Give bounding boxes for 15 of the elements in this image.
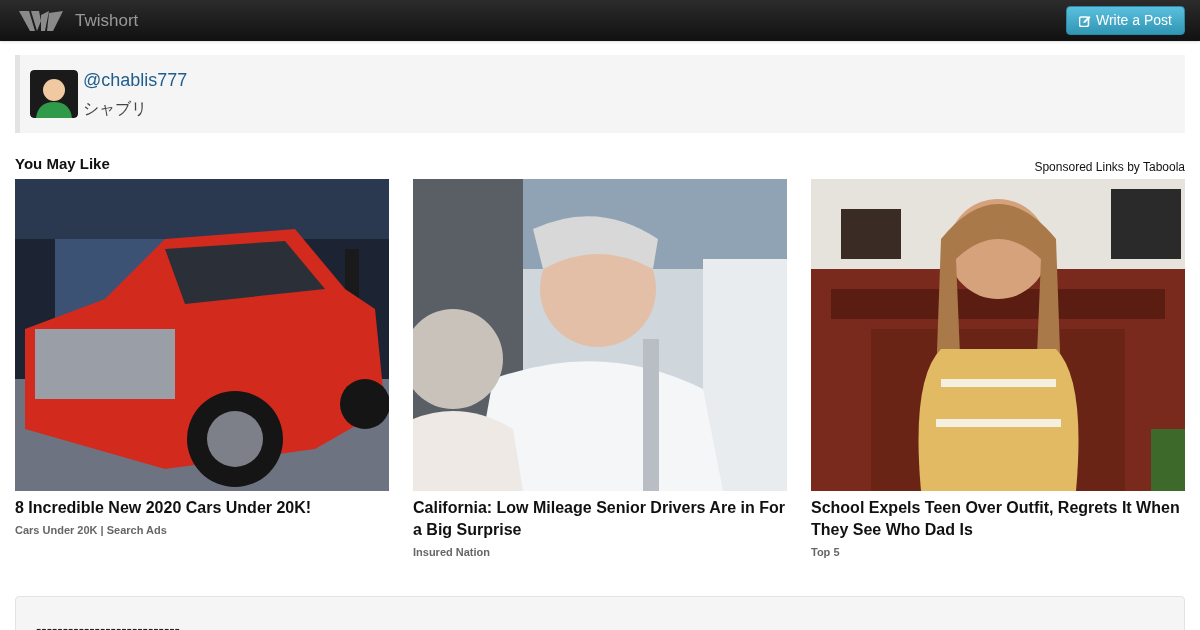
section-title: You May Like	[15, 154, 110, 174]
article-source: Cars Under 20K | Search Ads	[15, 522, 168, 538]
article-source: Insured Nation	[413, 544, 491, 560]
article-title[interactable]: 8 Incredible New 2020 Cars Under 20K!	[15, 496, 389, 519]
article-title[interactable]: California: Low Mileage Senior Drivers Are in For a Big Surprise	[413, 496, 787, 541]
brand-name[interactable]: Twishort	[75, 7, 139, 34]
logo-icon	[19, 8, 63, 33]
avatar-icon	[30, 70, 78, 118]
article-source: Top 5	[811, 544, 841, 560]
sponsor-link[interactable]: Sponsored Links by Taboola	[1034, 157, 1185, 176]
post-text: ---------------------------	[36, 620, 180, 630]
user-handle[interactable]: @chablis777	[83, 67, 188, 94]
edit-icon	[1079, 14, 1091, 27]
user-name: シャブリ	[83, 99, 148, 119]
article-title[interactable]: School Expels Teen Over Outfit, Regrets It When They See Who Dad Is	[811, 496, 1185, 541]
